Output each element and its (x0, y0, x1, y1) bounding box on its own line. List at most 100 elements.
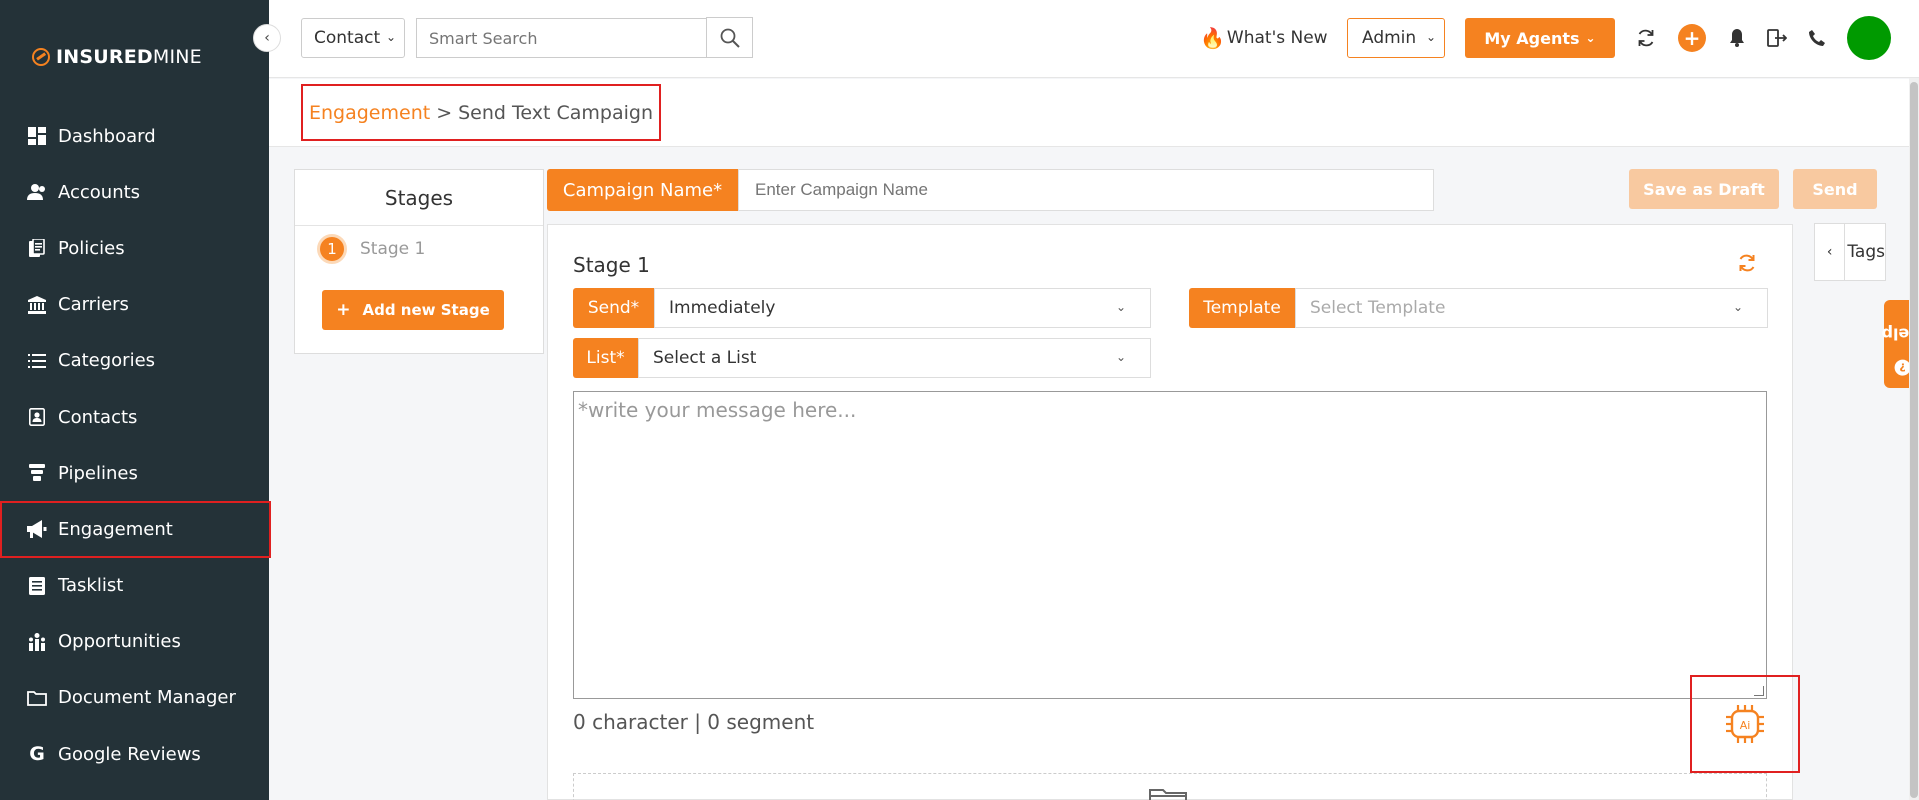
sidebar-item-tasklist[interactable]: Tasklist (0, 558, 269, 614)
stages-title: Stages (295, 170, 543, 226)
chevron-down-icon: ⌄ (1115, 300, 1126, 314)
sidebar-item-label: Accounts (58, 181, 141, 203)
accounts-icon (26, 182, 48, 202)
sync-button[interactable] (1632, 24, 1660, 52)
scope-select[interactable]: Contact ⌄ (301, 18, 405, 58)
user-avatar[interactable] (1847, 16, 1891, 60)
sidebar-item-google-reviews[interactable]: G Google Reviews (0, 726, 269, 782)
sidebar: INSURED MINE Dashboard Accounts Policies … (0, 0, 271, 800)
message-placeholder: *write your message here... (578, 398, 857, 422)
list-select[interactable]: Select a List ⌄ (638, 338, 1151, 378)
sidebar-item-label: Policies (58, 237, 125, 259)
plus-icon: + (336, 300, 351, 320)
tags-panel-toggle[interactable]: ‹ Tags (1814, 223, 1886, 281)
attachment-drop-zone[interactable] (573, 773, 1767, 800)
policies-icon (26, 238, 48, 258)
template-select-placeholder: Select Template (1310, 298, 1446, 318)
campaign-name-input[interactable] (738, 169, 1434, 211)
add-new-stage-button[interactable]: + Add new Stage (322, 290, 504, 330)
sidebar-item-dashboard[interactable]: Dashboard (0, 108, 269, 164)
sidebar-item-carriers[interactable]: Carriers (0, 277, 269, 333)
brand-logo[interactable]: INSURED MINE (32, 46, 202, 68)
ai-assistant-button[interactable]: Ai (1690, 675, 1800, 773)
sidebar-item-label: Tasklist (58, 575, 124, 597)
role-select[interactable]: Admin ⌄ (1347, 18, 1445, 58)
plus-icon: + (1683, 26, 1701, 50)
send-button[interactable]: Send (1793, 169, 1877, 209)
phone-button[interactable] (1803, 24, 1831, 52)
sidebar-item-label: Carriers (58, 294, 129, 316)
notifications-button[interactable] (1723, 24, 1751, 52)
sidebar-item-label: Google Reviews (58, 743, 201, 765)
smart-search-input[interactable] (416, 18, 706, 58)
refresh-icon (1739, 254, 1755, 272)
help-question-icon: ? (1894, 359, 1910, 376)
message-textarea[interactable]: *write your message here... (573, 391, 1767, 699)
stage-label: Stage 1 (360, 239, 426, 259)
sidebar-item-label: Contacts (58, 406, 138, 428)
sidebar-item-opportunities[interactable]: Opportunities (0, 614, 269, 670)
role-select-value: Admin (1362, 28, 1417, 48)
my-agents-label: My Agents (1484, 28, 1580, 48)
sidebar-item-label: Pipelines (58, 462, 138, 484)
list-label: List* (573, 338, 638, 378)
quick-add-button[interactable]: + (1678, 24, 1706, 52)
chevron-down-icon: ⌄ (1115, 350, 1126, 364)
brand-name-light: MINE (152, 46, 202, 68)
whats-new-label: What's New (1226, 28, 1328, 48)
sidebar-item-label: Opportunities (58, 631, 181, 653)
chevron-down-icon: ⌄ (1425, 30, 1436, 44)
scrollbar-thumb[interactable] (1910, 82, 1918, 798)
google-icon: G (29, 743, 45, 766)
chevron-left-icon: ‹ (1815, 224, 1846, 280)
sidebar-item-pipelines[interactable]: Pipelines (0, 445, 269, 501)
save-as-draft-button[interactable]: Save as Draft (1629, 169, 1779, 209)
sidebar-item-engagement[interactable]: Engagement (0, 501, 271, 558)
dashboard-icon (26, 126, 48, 146)
top-bar: Contact ⌄ 🔥 What's New Admin ⌄ My Agents… (269, 0, 1919, 78)
send-timing-select[interactable]: Immediately ⌄ (654, 288, 1151, 328)
sidebar-item-contacts[interactable]: Contacts (0, 389, 269, 445)
sidebar-item-categories[interactable]: Categories (0, 333, 269, 389)
chevron-left-icon: ‹ (264, 30, 270, 46)
flame-icon: 🔥 (1200, 26, 1225, 50)
sidebar-nav: Dashboard Accounts Policies Carriers Cat… (0, 108, 271, 782)
tasklist-icon (26, 576, 48, 596)
brand-name-bold: INSURED (56, 46, 153, 68)
scope-select-value: Contact (314, 28, 381, 48)
stages-panel: Stages 1 Stage 1 + Add new Stage (294, 169, 544, 354)
page-scrollbar[interactable] (1909, 78, 1919, 800)
carriers-icon (26, 295, 48, 315)
stage-heading: Stage 1 (573, 253, 650, 277)
my-agents-button[interactable]: My Agents ⌄ (1465, 18, 1615, 58)
sidebar-item-label: Dashboard (58, 125, 156, 147)
stage-editor-card: Stage 1 Send* Immediately ⌄ Template Sel… (547, 224, 1800, 800)
logout-icon (1767, 29, 1787, 47)
send-timing-value: Immediately (669, 298, 776, 318)
chevron-down-icon: ⌄ (1585, 31, 1596, 45)
sidebar-item-document-manager[interactable]: Document Manager (0, 670, 269, 726)
reset-stage-button[interactable] (1737, 253, 1757, 277)
phone-icon (1809, 30, 1825, 46)
whats-new-link[interactable]: 🔥 What's New (1200, 26, 1328, 50)
search-button[interactable] (706, 17, 753, 58)
sidebar-item-label: Engagement (58, 518, 173, 540)
campaign-name-label: Campaign Name* (547, 169, 738, 211)
categories-icon (26, 351, 48, 371)
chevron-down-icon: ⌄ (1732, 300, 1743, 314)
sidebar-collapse-button[interactable]: ‹ (253, 24, 281, 52)
pipelines-icon (26, 463, 48, 483)
breadcrumb-engagement-link[interactable]: Engagement (309, 102, 430, 124)
contacts-icon (26, 407, 48, 427)
sidebar-item-accounts[interactable]: Accounts (0, 164, 269, 220)
template-select[interactable]: Select Template ⌄ (1295, 288, 1768, 328)
send-timing-label: Send* (573, 288, 654, 328)
stage-list-item[interactable]: 1 Stage 1 (295, 226, 543, 272)
breadcrumb-separator: > (436, 101, 453, 124)
megaphone-icon (26, 519, 48, 539)
bell-icon (1730, 29, 1744, 47)
sidebar-item-policies[interactable]: Policies (0, 220, 269, 276)
sidebar-item-label: Document Manager (58, 687, 236, 709)
add-new-stage-label: Add new Stage (362, 301, 490, 319)
logout-button[interactable] (1763, 24, 1791, 52)
